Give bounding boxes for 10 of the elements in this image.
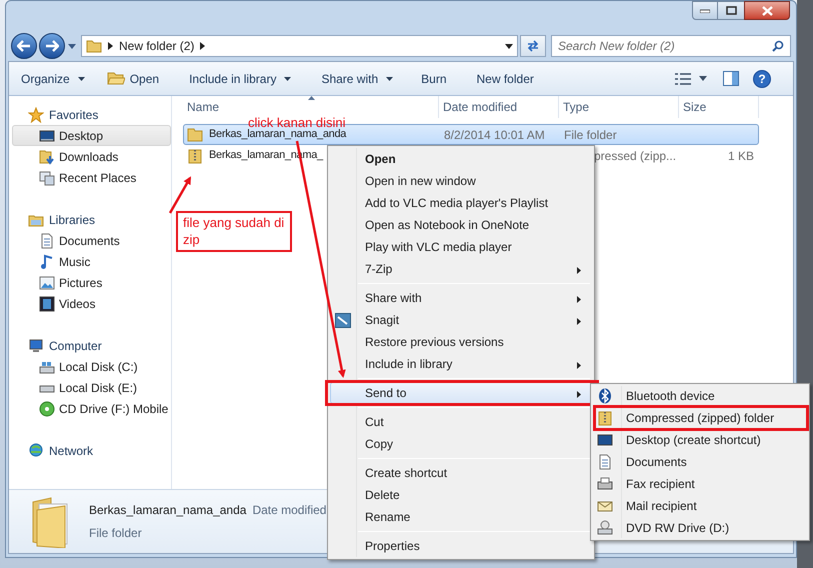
date-modified: 8/2/2014 10:01 AM — [444, 128, 545, 142]
file-type: File folder — [564, 128, 617, 142]
selected-item-type: File folder — [89, 525, 143, 542]
file-name: Berkas_lamaran_nama_anda — [209, 128, 346, 142]
file-size: 1 KB — [728, 148, 754, 162]
annotation-callout: file yang sudah di zip — [176, 211, 292, 252]
selected-item-name: Berkas_lamaran_nama_anda — [89, 502, 246, 519]
date-modified-label: Date modified — [252, 502, 326, 519]
search-input: Search New folder (2) — [558, 37, 772, 55]
file-type: pressed (zipp... — [594, 148, 676, 162]
